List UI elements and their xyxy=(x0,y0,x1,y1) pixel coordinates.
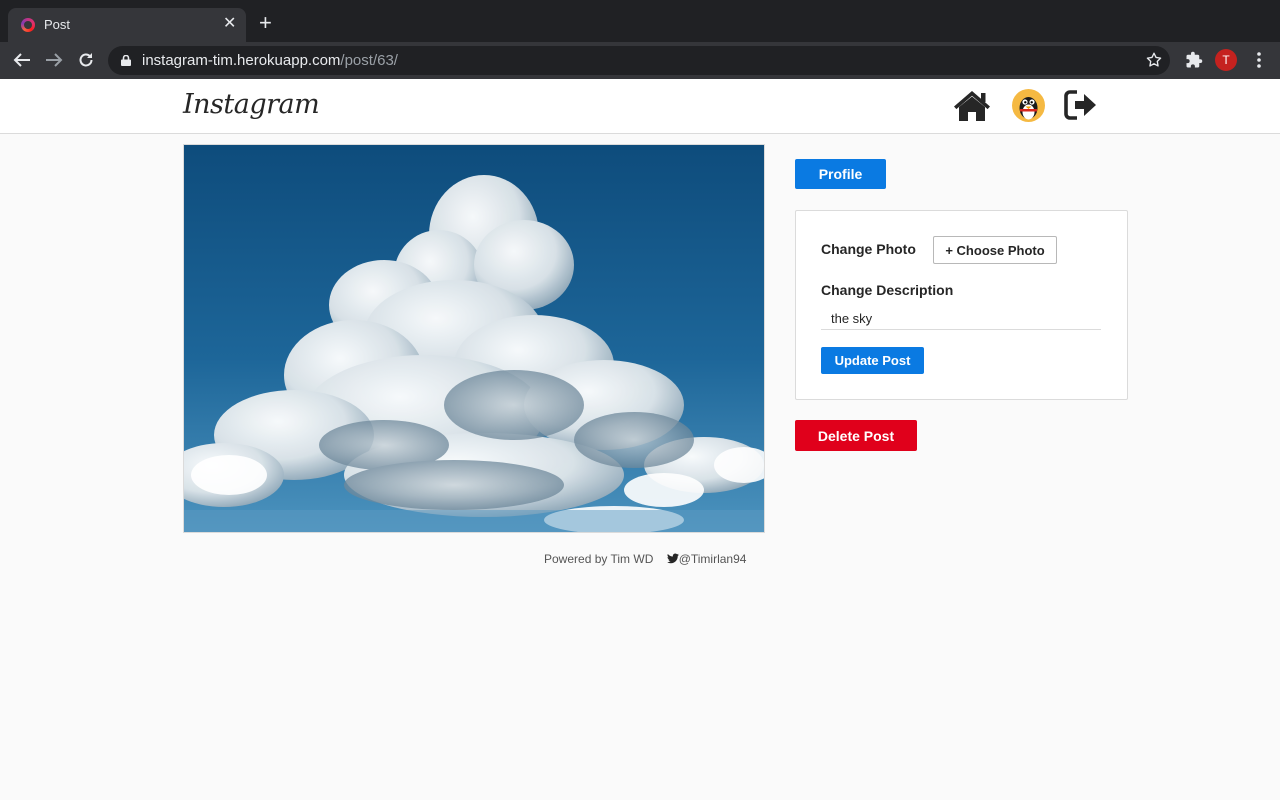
url-host: instagram-tim.herokuapp.com xyxy=(142,52,341,69)
update-post-button[interactable]: Update Post xyxy=(821,347,924,374)
tab-title: Post xyxy=(44,17,71,32)
edit-post-panel: Change Photo + Choose Photo Change Descr… xyxy=(795,210,1128,400)
twitter-handle: @Timirlan94 xyxy=(678,552,747,566)
footer: Powered by Tim WD @Timirlan94 xyxy=(544,552,746,566)
forward-icon[interactable] xyxy=(43,49,65,71)
delete-post-button[interactable]: Delete Post xyxy=(795,420,917,451)
browser-tabstrip: Post ✕ + xyxy=(0,0,1280,42)
favicon-icon xyxy=(21,18,35,32)
home-icon[interactable] xyxy=(953,90,991,122)
twitter-link[interactable]: @Timirlan94 xyxy=(666,552,747,566)
twitter-icon xyxy=(666,553,679,564)
logout-icon[interactable] xyxy=(1064,90,1098,120)
description-input[interactable] xyxy=(821,307,1101,330)
change-photo-label: Change Photo xyxy=(821,241,916,257)
menu-icon[interactable] xyxy=(1250,50,1268,70)
new-tab-icon[interactable]: + xyxy=(259,12,272,34)
cloud-sky-photo xyxy=(184,145,764,532)
browser-profile-avatar[interactable]: T xyxy=(1215,49,1237,71)
extensions-icon[interactable] xyxy=(1185,51,1203,69)
user-avatar[interactable] xyxy=(1012,89,1045,122)
url-path: /post/63/ xyxy=(340,52,398,69)
reload-icon[interactable] xyxy=(75,49,97,71)
back-icon[interactable] xyxy=(11,49,33,71)
browser-toolbar: instagram-tim.herokuapp.com/post/63/ xyxy=(0,42,1280,79)
post-image xyxy=(183,144,765,533)
browser-tab[interactable]: Post ✕ xyxy=(8,8,246,42)
lock-icon xyxy=(121,55,131,66)
tab-close-icon[interactable]: ✕ xyxy=(223,15,236,33)
change-description-label: Change Description xyxy=(821,282,954,298)
profile-button[interactable]: Profile xyxy=(795,159,886,189)
instagram-logo[interactable]: Instagram xyxy=(183,89,320,120)
choose-photo-button[interactable]: + Choose Photo xyxy=(933,236,1057,264)
powered-by-text: Powered by Tim WD xyxy=(544,552,654,566)
site-header: Instagram xyxy=(0,79,1280,134)
address-bar[interactable]: instagram-tim.herokuapp.com/post/63/ xyxy=(108,46,1170,75)
url-text: instagram-tim.herokuapp.com/post/63/ xyxy=(142,52,398,69)
bookmark-star-icon[interactable] xyxy=(1145,51,1163,69)
